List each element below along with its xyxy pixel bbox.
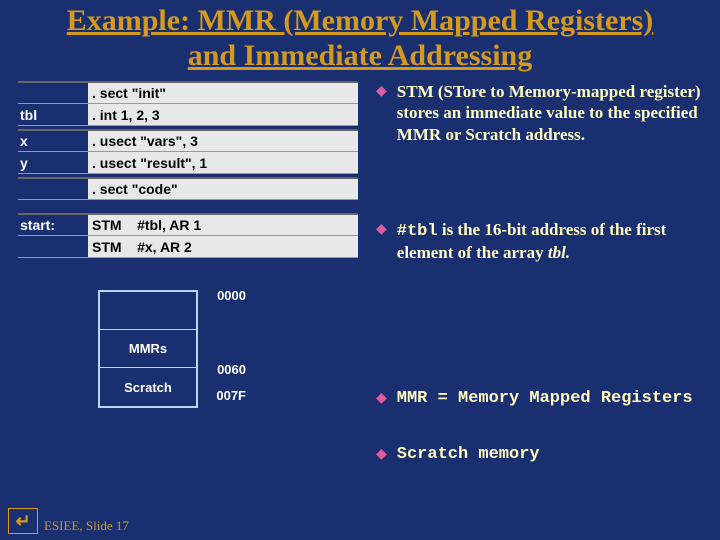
code-text: . sect "init" — [88, 83, 358, 103]
code-text: . usect "result", 1 — [88, 152, 358, 173]
code-text: . sect "code" — [88, 179, 358, 199]
bullet-text: #tbl is the 16-bit address of the first … — [397, 219, 702, 264]
memory-map: 0000 0060 007F MMRs Scratch — [98, 290, 358, 408]
code-label: y — [18, 152, 88, 173]
bullet-stm: ◆ STM (STore to Memory-mapped register) … — [376, 81, 702, 145]
left-column: . sect "init" tbl . int 1, 2, 3 x . usec… — [18, 81, 358, 408]
diamond-icon: ◆ — [376, 81, 387, 145]
code-text: STM #x, AR 2 — [88, 236, 358, 257]
bullet-scratch: ◆ Scratch memory — [376, 444, 693, 466]
code-block-vars: x . usect "vars", 3 y . usect "result", … — [18, 129, 358, 174]
return-icon[interactable]: ↵ — [8, 508, 38, 534]
code-text: . int 1, 2, 3 — [88, 104, 358, 125]
footer: ↵ ESIEE, Slide 17 — [8, 508, 129, 534]
slide-title: Example: MMR (Memory Mapped Registers) a… — [0, 0, 720, 81]
code-text: . usect "vars", 3 — [88, 131, 358, 151]
code-block-start: start: STM #tbl, AR 1 STM #x, AR 2 — [18, 213, 358, 258]
bullet-text: STM (STore to Memory-mapped register) st… — [397, 81, 702, 145]
mem-addr: 0060 — [196, 362, 246, 377]
diamond-icon: ◆ — [376, 219, 387, 264]
right-column: ◆ STM (STore to Memory-mapped register) … — [376, 81, 702, 408]
lower-bullets: ◆ MMR = Memory Mapped Registers ◆ Scratc… — [376, 388, 693, 500]
code-label — [18, 179, 88, 199]
code-label: tbl — [18, 104, 88, 125]
code-label — [18, 83, 88, 103]
bullet-mmr: ◆ MMR = Memory Mapped Registers — [376, 388, 693, 410]
content-area: . sect "init" tbl . int 1, 2, 3 x . usec… — [0, 81, 720, 408]
mem-cell-scratch: Scratch — [100, 368, 196, 406]
slide-number: ESIEE, Slide 17 — [44, 518, 129, 534]
bullet-text: Scratch memory — [397, 444, 540, 466]
bullet-tbl: ◆ #tbl is the 16-bit address of the firs… — [376, 219, 702, 264]
code-label: x — [18, 131, 88, 151]
code-label — [18, 236, 88, 257]
mem-cell-mmrs: MMRs — [100, 330, 196, 368]
diamond-icon: ◆ — [376, 388, 387, 410]
code-text: STM #tbl, AR 1 — [88, 215, 358, 235]
mem-cell-empty — [100, 292, 196, 330]
code-block-code: . sect "code" — [18, 177, 358, 200]
code-block-init: . sect "init" tbl . int 1, 2, 3 — [18, 81, 358, 126]
code-label: start: — [18, 215, 88, 235]
mem-addr: 007F — [196, 388, 246, 403]
mem-addr: 0000 — [196, 288, 246, 303]
bullet-text: MMR = Memory Mapped Registers — [397, 388, 693, 410]
diamond-icon: ◆ — [376, 444, 387, 466]
